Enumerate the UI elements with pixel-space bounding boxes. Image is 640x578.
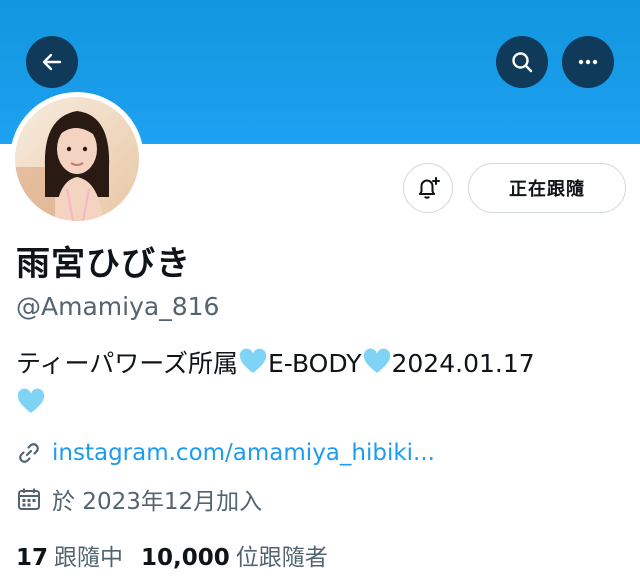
arrow-left-icon: [42, 53, 62, 71]
avatar-frame[interactable]: [10, 92, 144, 226]
bio-text: 2024.01.17: [391, 349, 535, 378]
following-button[interactable]: 正在跟隨: [468, 163, 626, 213]
more-horizontal-icon: [578, 59, 598, 65]
bell-plus-icon: [419, 177, 440, 199]
calendar-icon: [16, 486, 42, 512]
join-date: 於 2023年12月加入: [52, 489, 263, 515]
search-icon: [512, 52, 533, 73]
followers-count: 10,000: [141, 545, 230, 571]
bio-text: ティーパワーズ所属: [16, 349, 239, 378]
join-date-row: 於 2023年12月加入: [16, 482, 262, 516]
following-label: 跟隨中: [54, 545, 124, 571]
more-button[interactable]: [562, 36, 614, 88]
follow-stats: 17 跟隨中 10,000 位跟隨者: [16, 538, 346, 572]
light-blue-heart-icon: [363, 348, 390, 373]
profile-bio: ティーパワーズ所属 E-BODY 2024.01.17: [16, 344, 616, 424]
profile-link-row: instagram.com/amamiya_hibiki...: [16, 436, 435, 470]
bio-text: E-BODY: [268, 349, 362, 378]
following-count: 17: [16, 545, 49, 571]
followers-label: 位跟隨者: [235, 545, 328, 571]
light-blue-heart-icon: [17, 388, 45, 413]
display-name: 雨宮ひびき: [16, 244, 191, 284]
notify-button[interactable]: [403, 163, 453, 213]
following-stat[interactable]: 17 跟隨中: [16, 538, 123, 572]
link-icon: [16, 440, 42, 466]
followers-stat[interactable]: 10,000 位跟隨者: [141, 538, 328, 572]
avatar[interactable]: [15, 97, 139, 221]
back-button[interactable]: [26, 36, 78, 88]
user-handle: @Amamiya_816: [16, 292, 220, 321]
light-blue-heart-icon: [239, 348, 267, 373]
profile-link[interactable]: instagram.com/amamiya_hibiki...: [52, 440, 435, 466]
search-button[interactable]: [496, 36, 548, 88]
